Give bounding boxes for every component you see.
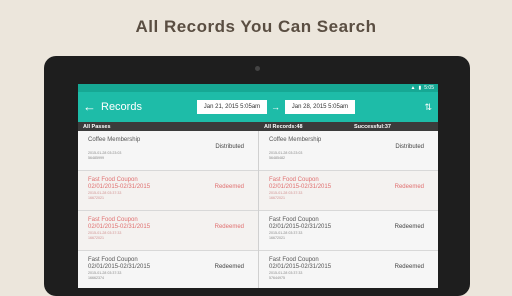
record-timestamp: 2015-01-28 03:37:33 [88,271,122,275]
camera-dot [255,66,260,71]
records-column-right: Coffee Membership 2015-01-28 03:23:03 5648… [258,131,438,288]
record-row[interactable]: Coffee Membership 2015-01-28 03:23:03 5648… [78,131,258,171]
record-id: 16672021 [88,236,104,240]
status-bar: ▲ ▮ 5:05 [78,84,438,92]
column-header: All Passes All Records:48 Successful:37 [78,122,438,131]
record-status: Redeemed [214,184,244,190]
record-status: Distributed [395,144,424,150]
record-dates: 02/01/2015-02/31/2015 [269,264,332,270]
record-id: 16672021 [88,196,104,200]
record-id: 16662374 [88,276,104,280]
record-name: Fast Food Coupon [88,217,138,223]
record-row[interactable]: Fast Food Coupon 02/01/2015-02/31/2015 201… [78,251,258,288]
record-id: 16672021 [269,236,285,240]
sort-icon[interactable]: ⇅ [424,100,432,114]
record-status: Redeemed [214,224,244,230]
app-screen: ▲ ▮ 5:05 ← Records Jan 21, 2015 5:05am →… [78,84,438,288]
record-name: Fast Food Coupon [88,177,138,183]
records-grid: Coffee Membership 2015-01-28 03:23:03 5648… [78,131,438,288]
start-date-picker[interactable]: Jan 21, 2015 5:05am [197,100,267,114]
wifi-icon: ▲ [410,85,416,91]
record-dates: 02/01/2015-02/31/2015 [88,184,151,190]
record-row[interactable]: Fast Food Coupon 02/01/2015-02/31/2015 201… [78,171,258,211]
battery-icon: ▮ [418,85,422,91]
record-dates: 02/01/2015-02/31/2015 [269,184,332,190]
all-passes-label: All Passes [83,123,111,130]
record-name: Fast Food Coupon [88,257,138,263]
record-row[interactable]: Fast Food Coupon 02/01/2015-02/31/2015 201… [259,251,438,288]
record-row[interactable]: Coffee Membership 2015-01-28 03:23:03 5648… [259,131,438,171]
record-dates: 02/01/2015-02/31/2015 [88,224,151,230]
app-bar: ← Records Jan 21, 2015 5:05am → Jan 28, … [78,92,438,122]
record-status: Redeemed [394,264,424,270]
record-name: Fast Food Coupon [269,177,319,183]
record-timestamp: 2015-01-28 03:23:03 [269,151,303,155]
back-arrow-icon[interactable]: ← [83,92,97,122]
record-timestamp: 2015-01-28 03:37:33 [269,231,303,235]
record-row[interactable]: Fast Food Coupon 02/01/2015-02/31/2015 201… [78,211,258,251]
arrow-right-icon: → [271,102,280,112]
record-dates: 02/01/2015-02/31/2015 [269,224,332,230]
record-name: Coffee Membership [269,137,322,143]
record-name: Fast Food Coupon [269,257,319,263]
record-name: Fast Food Coupon [269,217,319,223]
record-row[interactable]: Fast Food Coupon 02/01/2015-02/31/2015 201… [259,211,438,251]
record-id: 16672021 [269,196,285,200]
record-dates: 02/01/2015-02/31/2015 [88,264,151,270]
end-date-picker[interactable]: Jan 28, 2015 5:05am [285,100,355,114]
page-title: Records [101,101,142,113]
records-column-left: Coffee Membership 2015-01-28 03:23:03 5648… [78,131,258,288]
record-status: Redeemed [394,184,424,190]
promo-headline: All Records You Can Search [135,17,377,36]
record-timestamp: 2015-01-28 03:37:33 [269,191,303,195]
record-timestamp: 2015-01-28 03:37:33 [88,231,122,235]
record-status: Redeemed [214,264,244,270]
record-timestamp: 2015-01-28 03:37:33 [269,271,303,275]
successful-count: Successful:37 [354,123,391,130]
record-name: Coffee Membership [88,137,141,143]
record-status: Distributed [215,144,244,150]
record-row[interactable]: Fast Food Coupon 02/01/2015-02/31/2015 201… [259,171,438,211]
record-timestamp: 2015-01-28 03:23:03 [88,151,122,155]
record-status: Redeemed [394,224,424,230]
clock: 5:05 [424,85,434,91]
record-id: 56485999 [88,156,104,160]
record-id: 56485482 [269,156,285,160]
all-records-count: All Records:48 [264,123,303,130]
record-timestamp: 2015-01-28 03:37:33 [88,191,122,195]
record-id: 57644975 [269,276,285,280]
